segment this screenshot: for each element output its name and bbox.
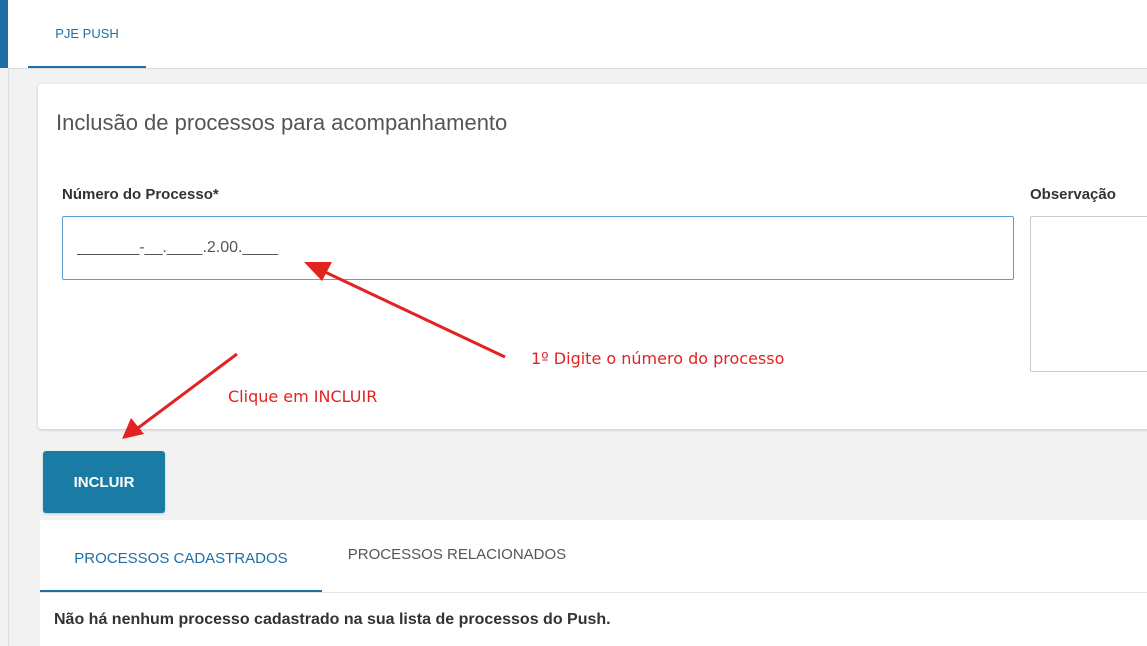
results-tabs: PROCESSOS CADASTRADOS PROCESSOS RELACION… bbox=[40, 520, 1147, 593]
left-accent-bar bbox=[0, 0, 8, 68]
left-divider bbox=[8, 68, 9, 646]
panel-title: Inclusão de processos para acompanhament… bbox=[56, 110, 508, 135]
empty-list-message: Não há nenhum processo cadastrado na sua… bbox=[54, 611, 611, 628]
inclusion-panel: Inclusão de processos para acompanhament… bbox=[38, 84, 1147, 429]
observation-label: Observação bbox=[1030, 186, 1116, 203]
process-number-input[interactable] bbox=[62, 216, 1014, 280]
top-tab-bar: PJE PUSH bbox=[8, 0, 1147, 69]
tab-pje-push[interactable]: PJE PUSH bbox=[28, 24, 146, 68]
annotation-step-1: 1º Digite o número do processo bbox=[531, 349, 785, 368]
tab-processos-cadastrados[interactable]: PROCESSOS CADASTRADOS bbox=[40, 546, 322, 592]
observation-textarea[interactable] bbox=[1030, 216, 1147, 372]
tab-processos-relacionados[interactable]: PROCESSOS RELACIONADOS bbox=[322, 546, 592, 592]
annotation-step-2: Clique em INCLUIR bbox=[228, 387, 378, 406]
results-section: PROCESSOS CADASTRADOS PROCESSOS RELACION… bbox=[40, 520, 1147, 646]
process-number-label: Número do Processo* bbox=[62, 186, 219, 203]
include-button[interactable]: INCLUIR bbox=[43, 451, 165, 513]
